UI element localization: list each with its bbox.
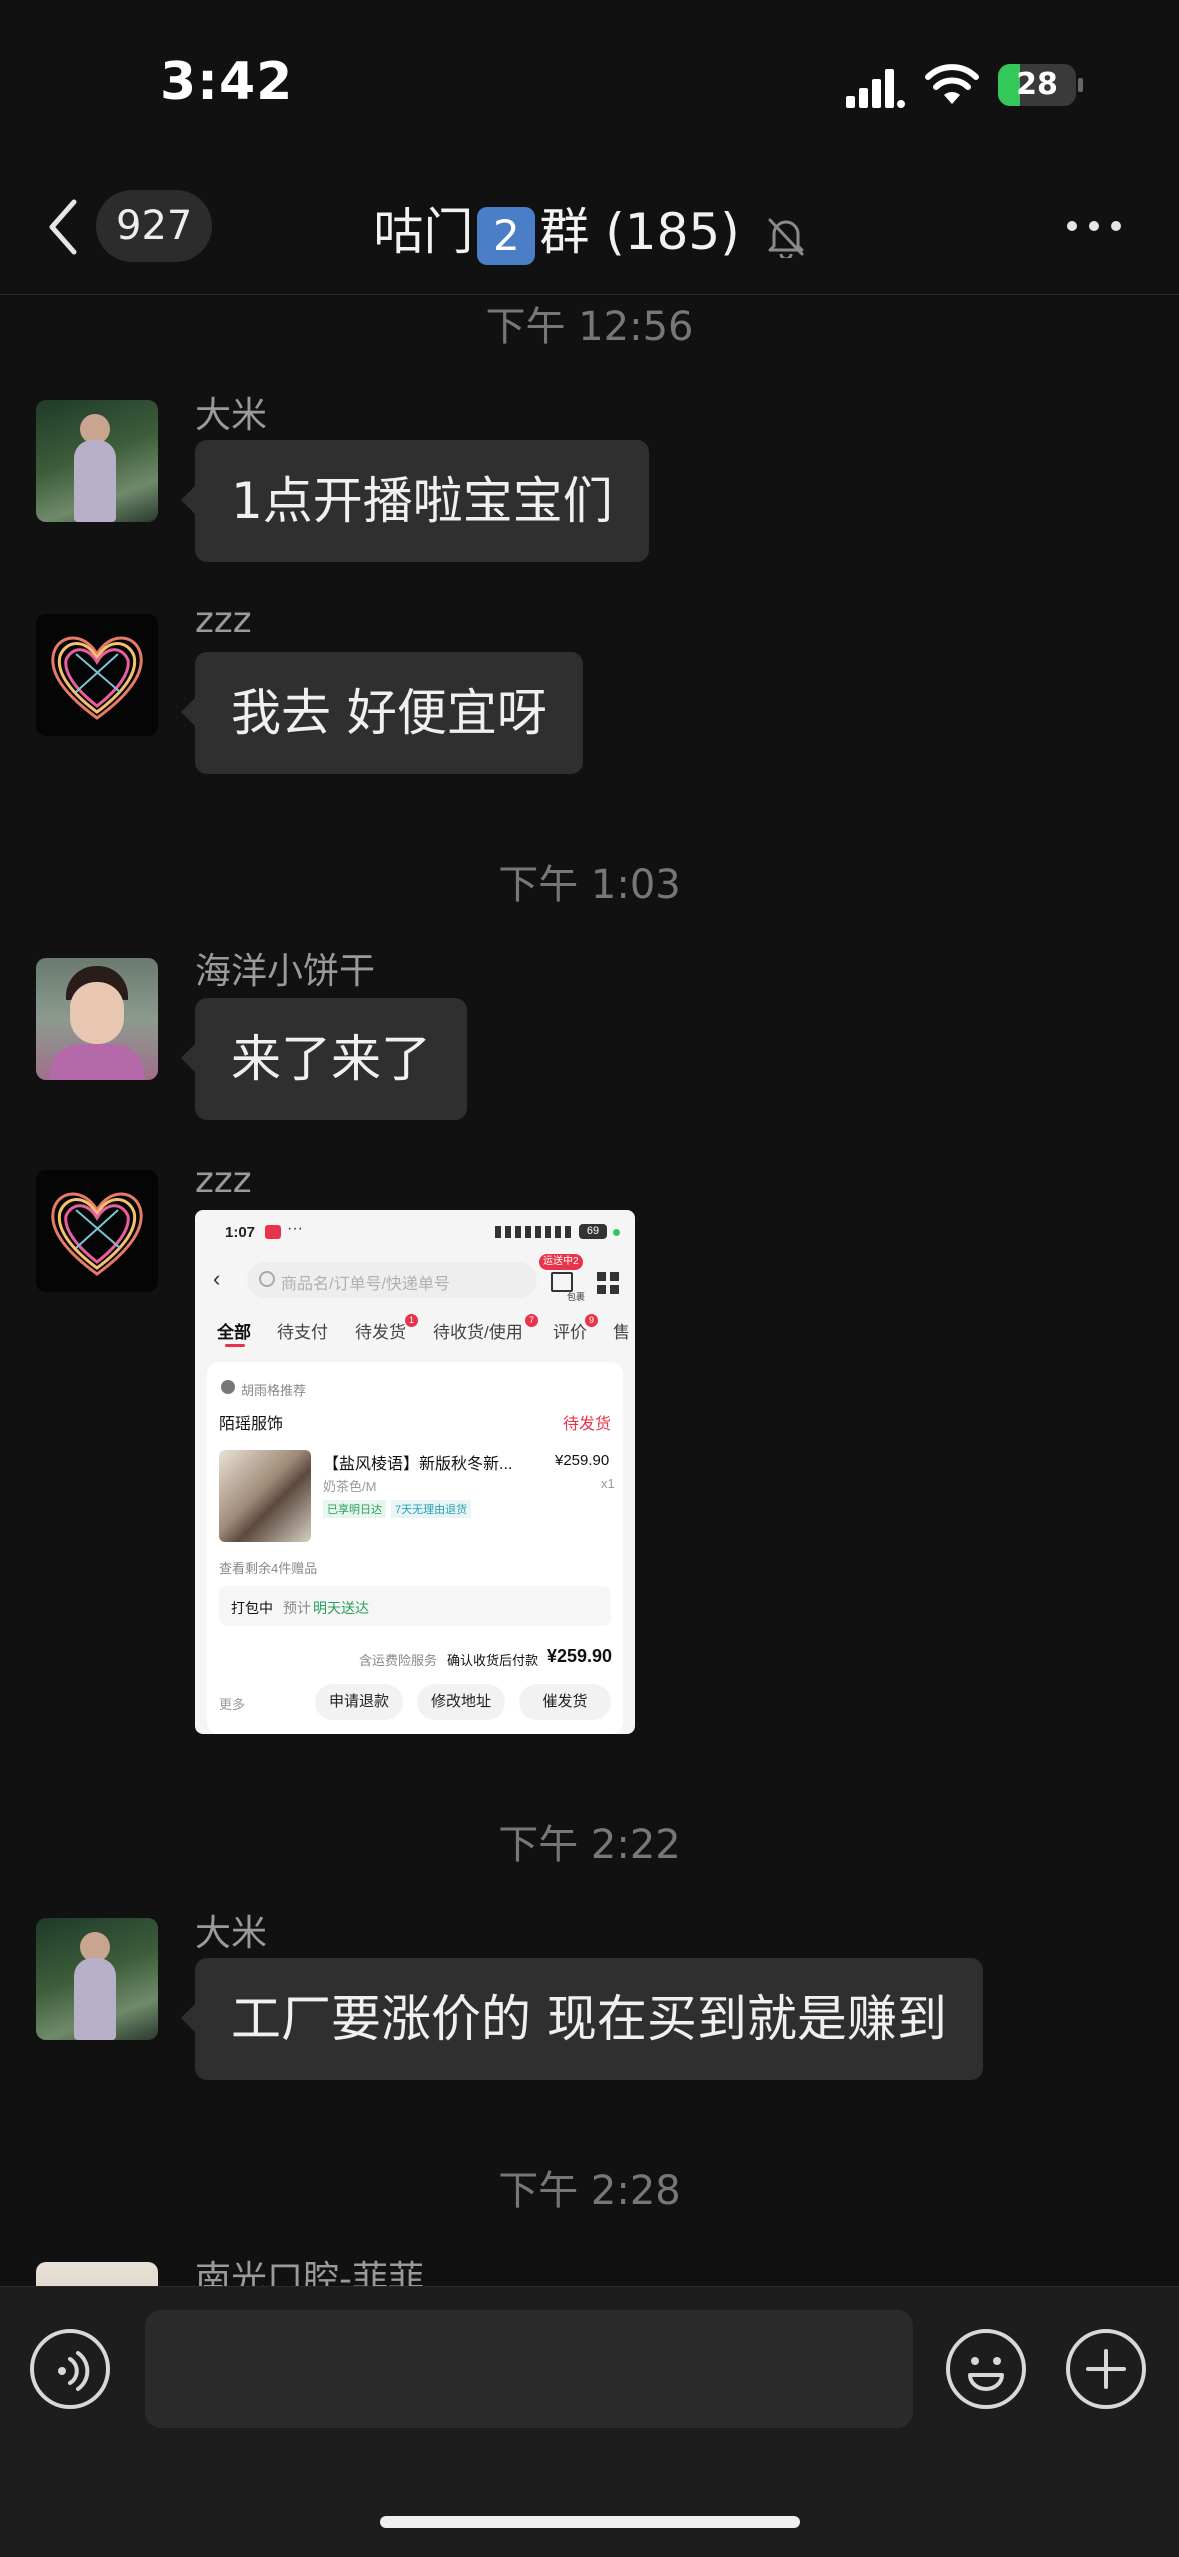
message-input[interactable] [145, 2310, 913, 2428]
sender-name: zzz [195, 600, 252, 641]
shot-tab-indicator [225, 1344, 245, 1347]
shot-eta-prefix: 预计 [283, 1600, 311, 1616]
wifi-icon [925, 64, 979, 104]
voice-icon[interactable] [30, 2329, 110, 2409]
shot-tab-badge: 9 [585, 1314, 598, 1327]
message-bubble[interactable]: 来了来了 [181, 998, 467, 1120]
page-title[interactable]: 咕门 2 群 (185) [0, 192, 1179, 265]
plus-icon[interactable] [1066, 2329, 1146, 2409]
emoji-icon[interactable] [946, 2329, 1026, 2409]
shot-tab-badge: 1 [405, 1314, 418, 1327]
timestamp: 下午 2:22 [498, 1822, 681, 1868]
sender-name: 大米 [195, 1913, 268, 1954]
sender-name: 大米 [195, 395, 268, 436]
shot-shop-name: 陌瑶服饰 [219, 1416, 284, 1433]
shot-pay-label: 确认收货后付款 [447, 1653, 539, 1668]
sender-name: zzz [195, 1160, 252, 1201]
shot-package-icon [551, 1272, 573, 1292]
shot-search-icon [259, 1271, 275, 1287]
shot-total: ¥259.90 [547, 1646, 613, 1666]
shot-logistics-bar [219, 1586, 611, 1626]
shot-search-placeholder: 商品名/订单号/快递单号 [281, 1276, 450, 1293]
home-indicator [380, 2516, 800, 2528]
sender-name: 海洋小饼干 [195, 951, 376, 992]
shot-battery-percent: 69 [586, 1225, 600, 1237]
avatar[interactable] [36, 400, 158, 522]
shot-product-thumb [219, 1450, 311, 1542]
shot-dots-icon: ··· [287, 1220, 303, 1237]
heart-scribble-icon [51, 636, 143, 720]
shot-refund-button: 申请退款 [315, 1684, 403, 1720]
shot-gifts-link: 查看剩余4件赠品 [219, 1561, 318, 1576]
avatar[interactable] [36, 1918, 158, 2040]
shot-tab-toreceive: 待收货/使用 [433, 1323, 523, 1342]
shot-recommender-avatar [221, 1380, 235, 1394]
shot-online-dot [613, 1229, 620, 1236]
shot-tab-badge: 7 [525, 1314, 538, 1327]
shot-qty: x1 [601, 1476, 615, 1491]
timestamp: 下午 2:28 [498, 2168, 681, 2214]
battery-cap [1078, 78, 1083, 92]
status-time: 3:42 [160, 52, 294, 112]
shot-packing: 打包中 [231, 1600, 273, 1616]
ellipsis-icon[interactable] [1064, 214, 1124, 238]
avatar[interactable] [36, 958, 158, 1080]
shot-grid-icon [597, 1272, 619, 1294]
shot-time: 1:07 [225, 1224, 256, 1241]
shot-tag: 7天无理由退货 [391, 1500, 472, 1518]
shot-tag: 已享明日达 [323, 1500, 386, 1518]
shot-service: 含运费险服务 [359, 1653, 438, 1668]
avatar[interactable] [36, 1170, 158, 1292]
bell-slash-icon [768, 218, 804, 260]
shot-tab-aftersale: 售 [613, 1323, 630, 1342]
shot-eta: 明天送达 [313, 1600, 369, 1616]
message-bubble[interactable]: 我去 好便宜呀 [181, 652, 583, 774]
shot-battery-indicator: 69 [579, 1224, 607, 1239]
avatar[interactable] [36, 614, 158, 736]
shot-package-label: 包裹 [567, 1292, 586, 1302]
shot-urge-button: 催发货 [519, 1684, 611, 1720]
message-bubble[interactable]: 1点开播啦宝宝们 [181, 440, 649, 562]
image-message[interactable]: 1:07 ··· 69 ‹ 商品名/订单号/快递单号 运送中2 包裹 全部 待支… [195, 1210, 635, 1734]
battery-percent: 28 [1016, 67, 1058, 102]
shot-product-title: 【盐风棱语】新版秋冬新... [323, 1456, 513, 1473]
shot-tab-toship: 待发货 [355, 1323, 406, 1342]
shot-price: ¥259.90 [555, 1452, 610, 1469]
group-title-prefix: 咕门 [373, 203, 474, 261]
group-title-suffix: 群 (185) [539, 203, 740, 261]
shot-back-icon: ‹ [213, 1266, 221, 1291]
shot-tab-all: 全部 [217, 1323, 251, 1342]
message-bubble[interactable]: 工厂要涨价的 现在买到就是赚到 [181, 1958, 983, 2080]
shot-variant: 奶茶色/M [323, 1479, 377, 1494]
cellular-signal-icon [846, 69, 905, 108]
shot-address-button: 修改地址 [417, 1684, 505, 1720]
heart-scribble-icon [51, 1192, 143, 1276]
battery-indicator: 28 [998, 64, 1076, 106]
shot-app-icon [265, 1225, 281, 1239]
shot-recommender: 胡雨格推荐 [241, 1383, 307, 1398]
shot-order-status: 待发货 [563, 1416, 612, 1433]
shot-status-icons [495, 1226, 573, 1238]
shot-tab-review: 评价 [553, 1323, 587, 1342]
timestamp: 下午 12:56 [485, 304, 694, 350]
timestamp: 下午 1:03 [498, 862, 681, 908]
group-number-badge: 2 [477, 206, 536, 265]
shot-package-badge: 运送中2 [539, 1254, 583, 1270]
shot-tab-unpaid: 待支付 [277, 1323, 328, 1342]
shot-more: 更多 [219, 1697, 246, 1712]
